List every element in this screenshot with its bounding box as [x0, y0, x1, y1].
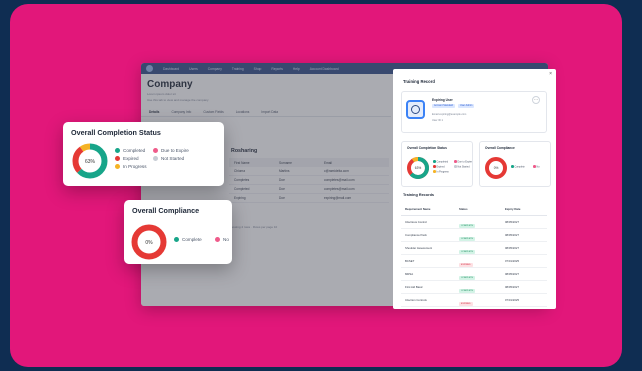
expiry-date: 07/01/2025: [505, 298, 519, 302]
mini-compliance-value: 0%: [494, 166, 499, 170]
legend-expired: Expired: [115, 156, 139, 161]
completion-status-card: Overall Completion Status 63% Completed …: [63, 122, 224, 186]
mini-compliance-donut: 0%: [485, 157, 507, 179]
requirement-name: Infectious Control: [405, 220, 427, 224]
legend-item: Completed: [433, 160, 448, 164]
user-email: Email expiring@example.com: [432, 113, 467, 116]
panel-title: Training Record: [403, 79, 435, 84]
column-header[interactable]: Status: [455, 207, 501, 211]
user-icon: [411, 105, 420, 114]
status-badge: EXPIRED: [459, 302, 473, 306]
legend-item: Due to Expire: [454, 160, 472, 164]
compliance-card: Overall Compliance 0% Complete No: [124, 200, 232, 264]
completion-donut-chart: 63%: [72, 143, 108, 179]
more-options-button[interactable]: ⋯: [532, 96, 540, 104]
legend-no: No: [215, 237, 229, 242]
mini-completion-chart: Overall Completion Status 63% Completed …: [401, 141, 473, 187]
requirement-name: MRSA: [405, 272, 414, 276]
legend-item: Not Started: [454, 165, 470, 169]
column-header[interactable]: Requirement Name: [401, 207, 455, 211]
account-badge: Account Standard: [432, 104, 456, 108]
expiry-date: 08/05/2027: [505, 233, 519, 237]
expiry-date: 08/05/2027: [505, 272, 519, 276]
legend-item: In Progress: [433, 170, 449, 174]
mini-completion-value: 63%: [415, 166, 422, 170]
legend-in-progress: In Progress: [115, 164, 147, 169]
avatar: [406, 100, 425, 119]
table-row[interactable]: Infection Controls EXPIRED 07/01/2025: [401, 294, 547, 307]
compliance-card-title: Overall Compliance: [132, 206, 200, 215]
mini-completion-title: Overall Completion Status: [407, 146, 447, 150]
legend-item: Complete: [511, 165, 525, 169]
expiry-date: 08/05/2027: [505, 285, 519, 289]
mini-compliance-title: Overall Compliance: [485, 146, 515, 150]
expiry-date: 07/01/2025: [505, 259, 519, 263]
user-id: User ID 1: [432, 119, 443, 122]
legend-completed: Completed: [115, 148, 145, 153]
completion-percent: 63%: [85, 159, 96, 165]
training-records-table: Requirement Name Status Expiry Date Infe…: [401, 202, 547, 307]
completion-card-title: Overall Completion Status: [71, 128, 161, 137]
legend-item: Expired: [433, 165, 445, 169]
requirement-name: First Aid Basic: [405, 285, 423, 289]
requirement-name: Infection Controls: [405, 298, 427, 302]
mini-completion-donut: 63%: [407, 157, 429, 179]
expiry-date: 08/05/2027: [505, 246, 519, 250]
compliance-donut-chart: 0%: [131, 224, 167, 260]
column-header[interactable]: Expiry Date: [501, 207, 547, 211]
status-cell: EXPIRED: [455, 291, 501, 309]
legend-complete: Complete: [174, 237, 202, 242]
requirement-name: Compliance Pack: [405, 233, 427, 237]
user-profile-card: Expiring User Account Standard User Admi…: [401, 91, 547, 133]
requirement-name: BCSET: [405, 259, 415, 263]
hero-card: Dashboard Users Company Training Shop Re…: [10, 4, 622, 367]
close-icon[interactable]: ×: [549, 71, 552, 77]
compliance-percent: 0%: [145, 240, 153, 246]
user-name: Expiring User: [432, 98, 453, 102]
records-body: Infectious Control COMPLETE 08/05/2027 Comp…: [401, 216, 547, 307]
role-badge: User Admin: [458, 104, 475, 108]
training-record-panel: × Training Record Expiring User Account …: [393, 69, 556, 309]
mini-compliance-chart: Overall Compliance 0% Complete No: [479, 141, 551, 187]
training-records-title: Training Records: [403, 193, 435, 197]
legend-not-started: Not Started: [153, 156, 184, 161]
expiry-date: 08/05/2027: [505, 220, 519, 224]
legend-item: No: [533, 165, 540, 169]
requirement-name: Shoulder Assessment: [405, 246, 433, 250]
legend-due-to-expire: Due to Expire: [153, 148, 189, 153]
